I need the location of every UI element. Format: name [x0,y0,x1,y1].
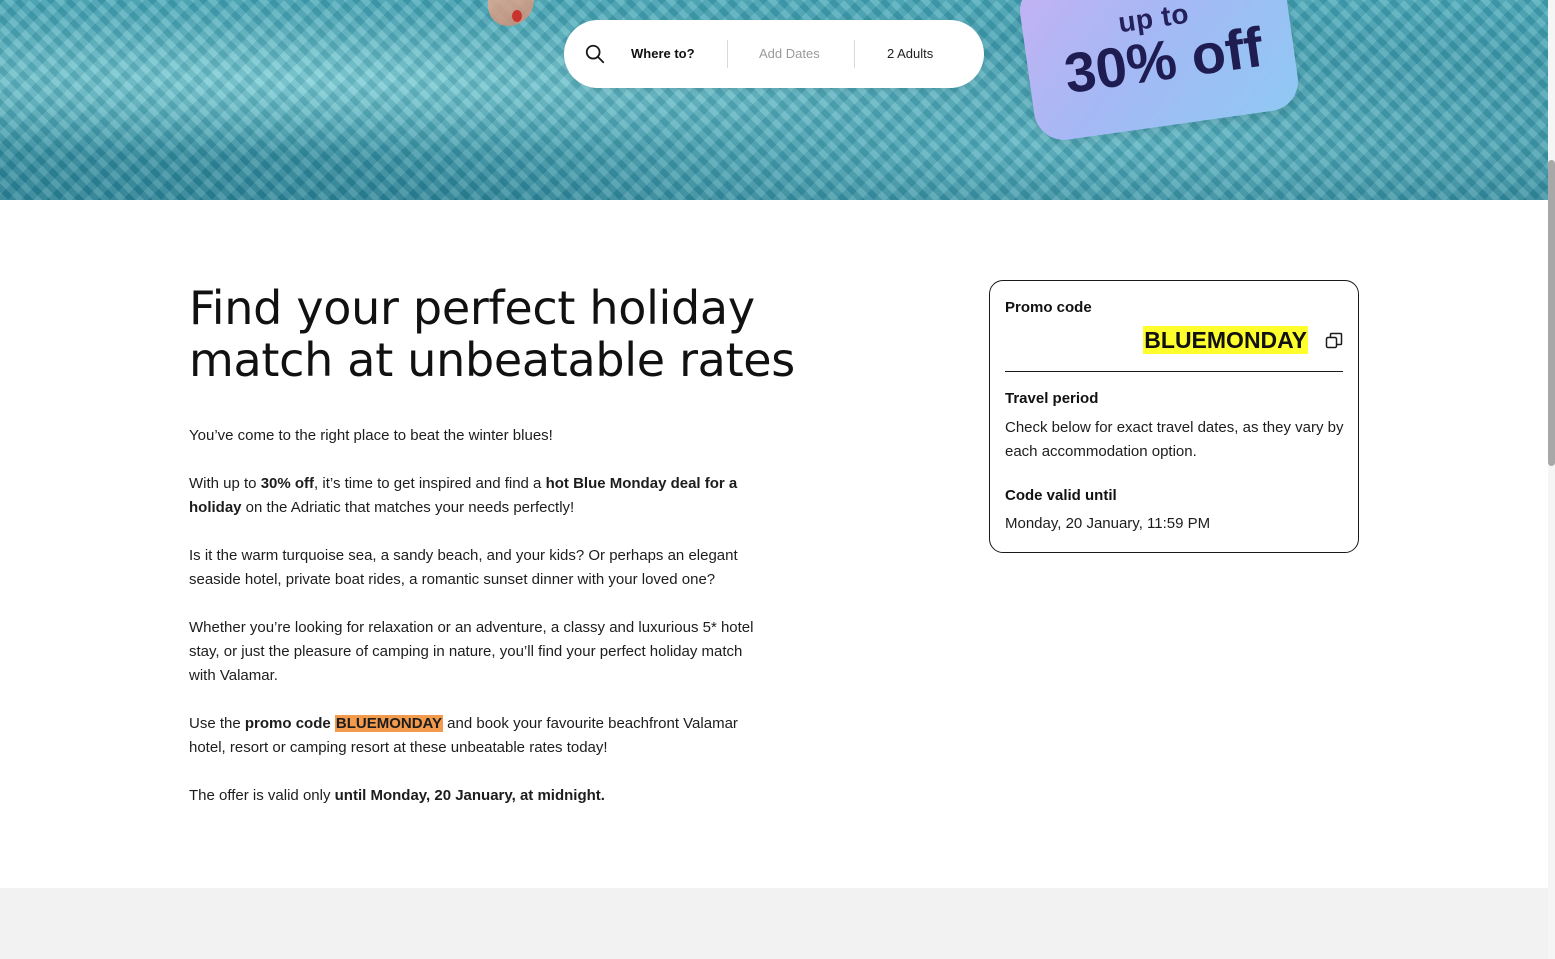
inline-promo-code: BLUEMONDAY [334,715,444,732]
paragraph-stay-types: Whether you’re looking for relaxation or… [189,619,754,684]
offer-description: You’ve come to the right place to beat t… [189,424,765,832]
guests-field[interactable]: 2 Adults [887,46,933,61]
promo-code-value[interactable]: BLUEMONDAY [1143,326,1308,354]
dates-field[interactable]: Add Dates [759,46,820,61]
text-segment: The offer is valid only [189,787,335,804]
card-divider [1005,371,1343,372]
valid-until-text: Monday, 20 January, 11:59 PM [1005,515,1211,532]
paragraph-discount: With up to 30% off, it’s time to get ins… [189,472,765,520]
search-icon[interactable] [584,43,606,65]
promo-code-card: Promo code BLUEMONDAY Travel period Chec… [989,280,1359,553]
paragraph-validity: The offer is valid only until Monday, 20… [189,784,765,808]
hero-swimmer-detail [512,10,522,22]
destination-field[interactable]: Where to? [631,46,695,61]
search-bar[interactable]: Where to? Add Dates 2 Adults [564,20,984,88]
text-segment: With up to [189,475,261,492]
search-divider [727,40,728,68]
paragraph-options: Is it the warm turquoise sea, a sandy be… [189,547,738,588]
paragraph-promo-code: Use the promo code BLUEMONDAY and book y… [189,712,765,760]
next-section-band [0,888,1548,959]
travel-period-label: Travel period [1005,390,1099,407]
sticker-percent-text: 30% off [1060,14,1267,106]
discount-emphasis: 30% off [260,475,315,492]
text-segment: on the Adriatic that matches your needs … [241,499,575,516]
promo-code-label: Promo code [1005,299,1092,316]
paragraph-intro: You’ve come to the right place to beat t… [189,427,553,444]
travel-period-text: Check below for exact travel dates, as t… [1005,419,1344,460]
scrollbar-track[interactable] [1548,0,1555,959]
text-segment: , it’s time to get inspired and find a [314,475,546,492]
discount-sticker: up to 30% off [1016,0,1302,144]
validity-emphasis: until Monday, 20 January, at midnight. [334,787,605,804]
scrollbar-thumb[interactable] [1548,160,1555,466]
search-divider [854,40,855,68]
page-title: Find your perfect holiday match at unbea… [189,281,795,387]
copy-icon[interactable] [1325,332,1343,350]
text-segment: Use the [189,715,245,732]
hero-swimmer-image [488,0,534,26]
promo-code-emphasis: promo code [244,715,335,732]
hero-banner: Where to? Add Dates 2 Adults up to 30% o… [0,0,1548,200]
valid-until-label: Code valid until [1005,487,1117,504]
